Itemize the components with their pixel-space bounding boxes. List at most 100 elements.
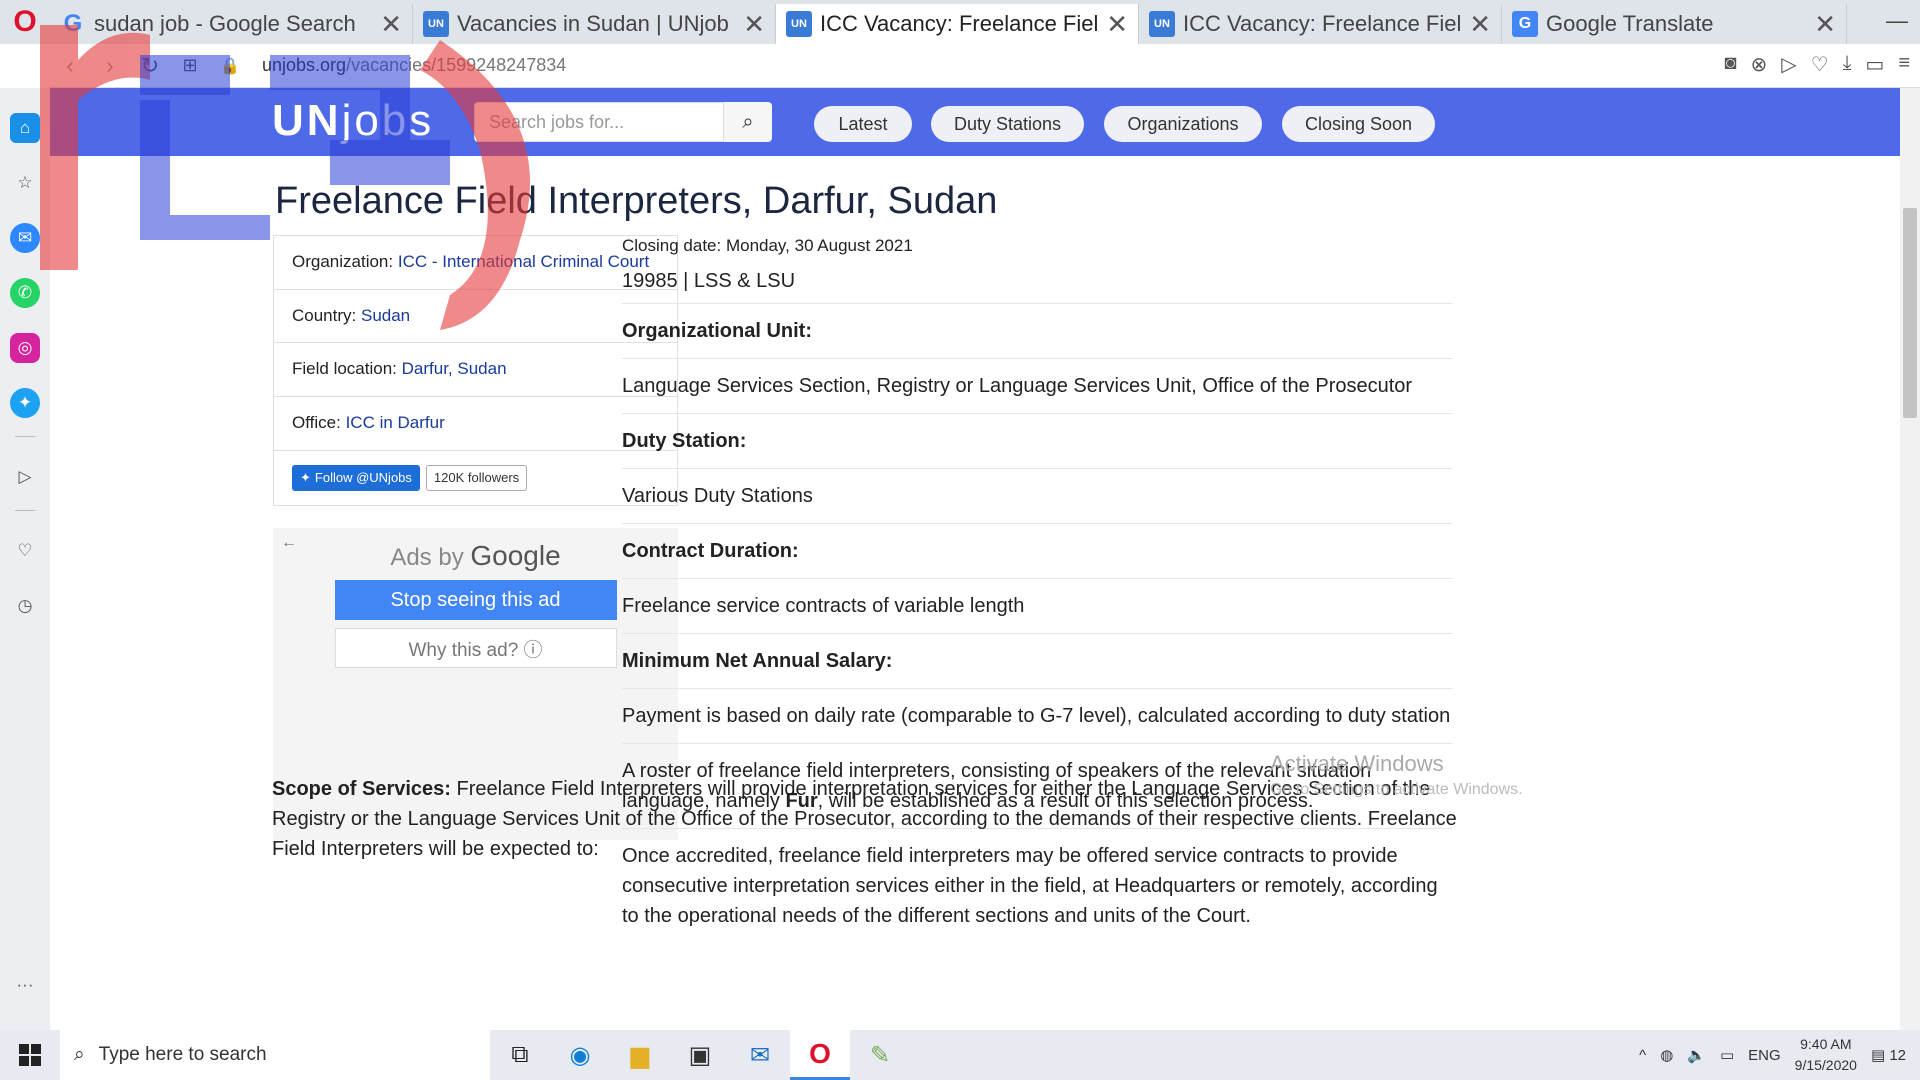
heart-icon[interactable]: ♡ [10, 536, 40, 566]
clock-date: 9/15/2020 [1794, 1057, 1857, 1073]
notification-icon[interactable]: ▤ 12 [1871, 1046, 1906, 1064]
battery-icon[interactable]: ▭ [1865, 52, 1884, 77]
opera-taskbar-icon[interactable]: O [790, 1030, 850, 1080]
office-link[interactable]: ICC in Darfur [346, 413, 445, 432]
google-label: Google [470, 540, 561, 571]
snapshot-icon[interactable]: ◙ [1724, 52, 1736, 77]
tab-4[interactable]: G Google Translate ✕ [1502, 4, 1847, 44]
opera-logo-icon[interactable]: O [0, 0, 50, 44]
search-box [474, 102, 724, 142]
country-label: Country: [292, 305, 357, 325]
file-explorer-icon[interactable]: ▆ [610, 1030, 670, 1080]
back-arrow-icon[interactable]: ← [281, 534, 297, 552]
close-tab-icon[interactable]: ✕ [743, 9, 765, 40]
country-link[interactable]: Sudan [361, 306, 410, 325]
speed-dial-icon[interactable]: ⊞ [170, 55, 210, 76]
url-field[interactable]: unjobs.org/vacancies/1599248247834 [262, 55, 566, 76]
windows-start-icon[interactable] [0, 1030, 60, 1080]
windows-taskbar: ⌕ Type here to search ⧉ ◉ ▆ ▣ ✉ O ✎ ^ ◍ 🔈… [0, 1030, 1920, 1080]
taskbar-search[interactable]: ⌕ Type here to search [60, 1030, 490, 1080]
nav-closing-soon[interactable]: Closing Soon [1282, 106, 1435, 142]
office-row: Office: ICC in Darfur [274, 397, 677, 451]
mail-icon[interactable]: ✉ [730, 1030, 790, 1080]
org-unit-heading: Organizational Unit: [622, 304, 1452, 359]
language-indicator[interactable]: ENG [1748, 1047, 1781, 1064]
scrollbar[interactable] [1900, 88, 1920, 1030]
download-icon[interactable]: ⤓ [1843, 52, 1852, 77]
followers-count[interactable]: 120K followers [425, 464, 528, 492]
store-icon[interactable]: ▣ [670, 1030, 730, 1080]
unjobs-favicon-icon: UN [1149, 11, 1175, 37]
whatsapp-icon[interactable]: ✆ [10, 278, 40, 308]
edge-icon[interactable]: ◉ [550, 1030, 610, 1080]
search-icon: ⌕ [74, 1044, 85, 1065]
url-host: unjobs.org [262, 55, 347, 75]
reload-icon[interactable]: ↻ [130, 53, 170, 79]
power-icon[interactable]: ▭ [1720, 1046, 1734, 1064]
contract-heading: Contract Duration: [622, 524, 1452, 579]
lock-icon: 🔒 [220, 57, 240, 75]
heart-icon[interactable]: ♡ [1811, 52, 1829, 77]
paint-icon[interactable]: ✎ [850, 1030, 910, 1080]
org-link[interactable]: ICC - International Criminal Court [398, 252, 649, 271]
nav-organizations[interactable]: Organizations [1104, 106, 1262, 142]
tab-0[interactable]: G sudan job - Google Search ✕ [50, 4, 413, 44]
close-tab-icon[interactable]: ✕ [380, 9, 402, 40]
taskbar-search-label: Type here to search [98, 1044, 267, 1065]
volume-icon[interactable]: 🔈 [1687, 1046, 1706, 1064]
office-label: Office: [292, 412, 341, 432]
forward-icon[interactable]: › [90, 53, 130, 79]
scope-heading: Scope of Services: [272, 778, 451, 800]
activate-windows-subtitle: Go to Settings to activate Windows. [1270, 781, 1523, 798]
show-hidden-icon[interactable]: ^ [1639, 1047, 1646, 1064]
twitter-bird-icon: ✦ [300, 469, 311, 485]
clock[interactable]: 9:40 AM 9/15/2020 [1795, 1034, 1857, 1076]
tab-1[interactable]: UN Vacancies in Sudan | UNjob ✕ [413, 4, 776, 44]
back-icon[interactable]: ‹ [50, 53, 90, 79]
flow-icon[interactable]: ▷ [1781, 52, 1796, 77]
page-content: UNjobs ⌕ Latest Duty Stations Organizati… [50, 88, 1900, 1030]
network-icon[interactable]: ◍ [1660, 1046, 1673, 1064]
stop-seeing-ad-button[interactable]: Stop seeing this ad [334, 580, 617, 620]
field-location-link[interactable]: Darfur, Sudan [402, 359, 507, 378]
scrollbar-thumb[interactable] [1903, 208, 1917, 418]
page-title: Freelance Field Interpreters, Darfur, Su… [275, 180, 998, 222]
instagram-icon[interactable]: ◎ [10, 333, 40, 363]
history-icon[interactable]: ◷ [10, 591, 40, 621]
country-row: Country: Sudan [274, 290, 677, 344]
job-info-box: Organization: ICC - International Crimin… [273, 235, 678, 507]
search-button[interactable]: ⌕ [724, 102, 772, 142]
logo-part-jobs: jobs [341, 96, 435, 145]
google-favicon-icon: G [63, 10, 83, 37]
salary-value: Payment is based on daily rate (comparab… [622, 689, 1452, 744]
tab-title: Google Translate [1546, 11, 1714, 36]
nav-duty-stations[interactable]: Duty Stations [931, 106, 1084, 142]
close-tab-icon[interactable]: ✕ [1814, 9, 1836, 40]
star-icon[interactable]: ☆ [10, 168, 40, 198]
minimize-icon[interactable]: — [1886, 8, 1908, 34]
contract-value: Freelance service contracts of variable … [622, 579, 1452, 634]
messenger-icon[interactable]: ✉ [10, 223, 40, 253]
flow-icon[interactable]: ▷ [10, 462, 40, 492]
closing-date: Closing date: Monday, 30 August 2021 [622, 236, 913, 255]
unjobs-logo[interactable]: UNjobs [272, 96, 434, 146]
ads-by-google: Ads by Google [273, 540, 678, 572]
nav-latest[interactable]: Latest [814, 106, 912, 142]
adblock-icon[interactable]: ⊗ [1750, 52, 1767, 77]
twitter-icon[interactable]: ✦ [10, 388, 40, 418]
close-tab-icon[interactable]: ✕ [1106, 9, 1128, 40]
close-tab-icon[interactable]: ✕ [1469, 9, 1491, 40]
more-icon[interactable]: ··· [10, 970, 40, 1000]
search-input[interactable] [475, 103, 723, 141]
menu-icon[interactable]: ≡ [1898, 52, 1910, 77]
follow-button[interactable]: ✦ Follow @UNjobs [292, 464, 420, 492]
home-icon[interactable]: ⌂ [10, 113, 40, 143]
tab-2-active[interactable]: UN ICC Vacancy: Freelance Fiel ✕ [776, 4, 1139, 44]
clock-time: 9:40 AM [1800, 1036, 1852, 1052]
task-view-icon[interactable]: ⧉ [490, 1030, 550, 1080]
logo-part-un: UN [272, 96, 342, 145]
sidebar-divider [15, 436, 35, 437]
tab-3[interactable]: UN ICC Vacancy: Freelance Fiel ✕ [1139, 4, 1502, 44]
why-this-ad-button[interactable]: Why this ad? ⓘ [334, 628, 617, 668]
ads-by-label: Ads by [390, 544, 464, 571]
